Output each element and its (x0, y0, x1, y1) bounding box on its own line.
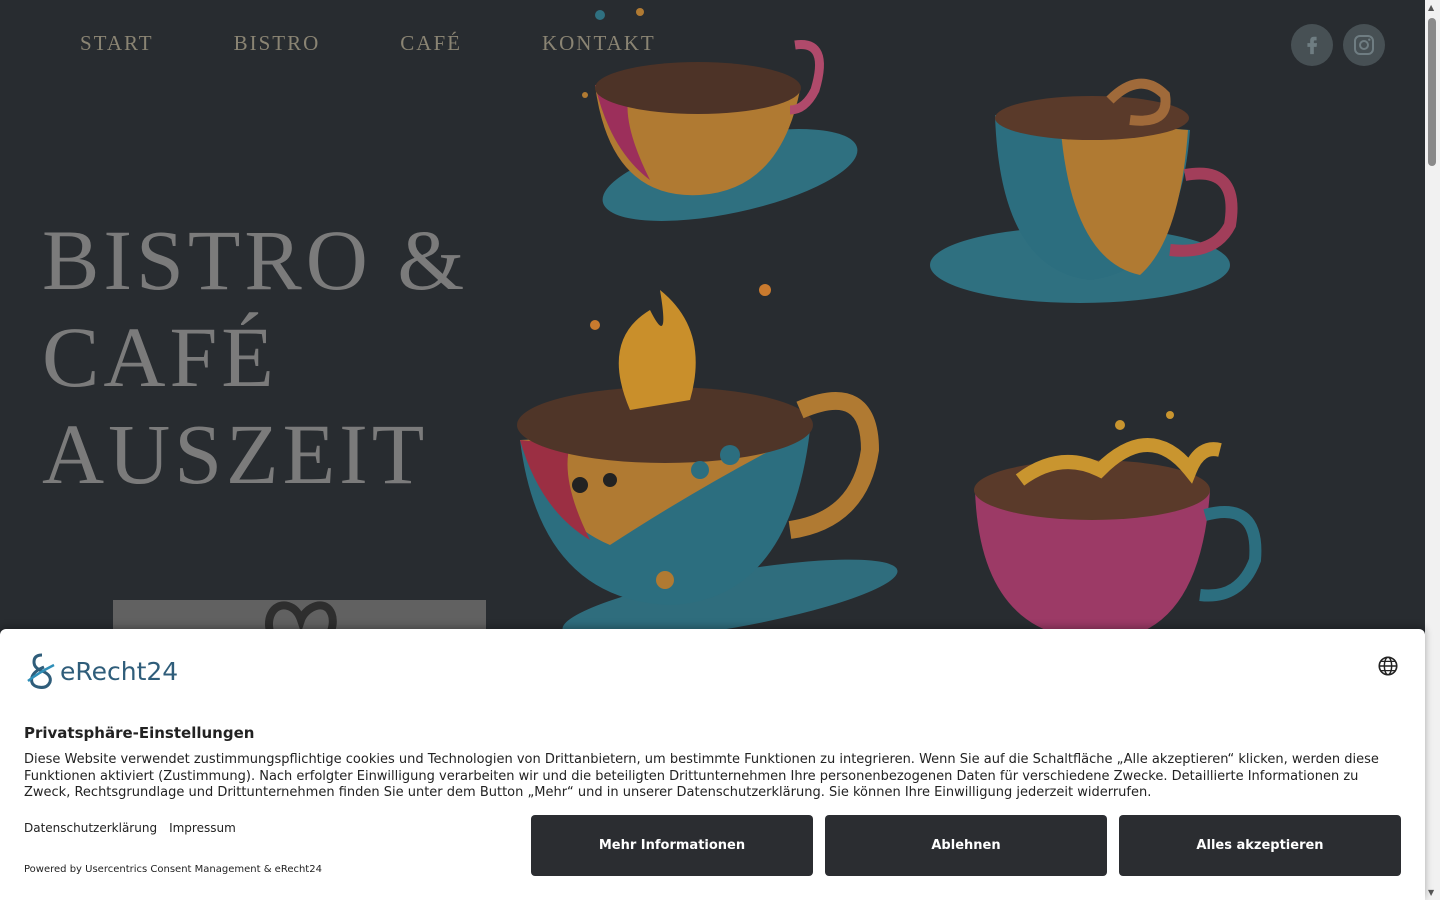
hero-title: BISTRO & CAFÉ AUSZEIT (42, 212, 468, 503)
deny-button[interactable]: Ablehnen (825, 815, 1107, 876)
powered-by-text: Powered by Usercentrics Consent Manageme… (24, 864, 322, 875)
consent-description: Diese Website verwendet zustimmungspflic… (24, 752, 1379, 801)
scrollbar-thumb[interactable] (1428, 18, 1436, 166)
hero-title-line: CAFÉ (42, 309, 278, 405)
coffee-cups-illustration (517, 8, 1262, 640)
nav-bistro[interactable]: BISTRO (234, 31, 321, 55)
more-info-button[interactable]: Mehr Informationen (531, 815, 813, 876)
consent-links: Datenschutzerklärung Impressum (24, 821, 236, 835)
nav-cafe[interactable]: CAFÉ (400, 31, 462, 55)
imprint-link[interactable]: Impressum (169, 821, 236, 835)
coffee-cup-illustration (974, 411, 1262, 640)
hero-title-line: AUSZEIT (42, 406, 429, 502)
cookie-consent-banner: eRecht24 Privatsphäre-Einstellungen Dies… (0, 629, 1425, 900)
brand-logo: eRecht24 (24, 651, 178, 691)
nav-start[interactable]: START (80, 31, 154, 55)
erecht24-logo-icon (27, 653, 55, 689)
coffee-cup-illustration (582, 8, 858, 221)
scroll-up-icon[interactable]: ▲ (1428, 3, 1434, 12)
accept-all-button[interactable]: Alles akzeptieren (1119, 815, 1401, 876)
consent-title: Privatsphäre-Einstellungen (24, 724, 255, 742)
page-scrollbar[interactable]: ▲ ▼ (1425, 0, 1440, 900)
facebook-icon (1307, 36, 1318, 55)
privacy-policy-link[interactable]: Datenschutzerklärung (24, 821, 157, 835)
language-selector[interactable] (1377, 655, 1399, 681)
scroll-down-icon[interactable]: ▼ (1428, 888, 1434, 897)
hero-title-line: BISTRO & (42, 212, 469, 308)
globe-icon (1378, 656, 1398, 676)
social-links (1291, 24, 1385, 66)
coffee-cup-illustration (517, 284, 898, 640)
instagram-icon (1354, 35, 1374, 55)
brand-name: eRecht24 (60, 656, 179, 686)
instagram-link[interactable] (1343, 24, 1385, 66)
coffee-cup-illustration (930, 78, 1238, 303)
